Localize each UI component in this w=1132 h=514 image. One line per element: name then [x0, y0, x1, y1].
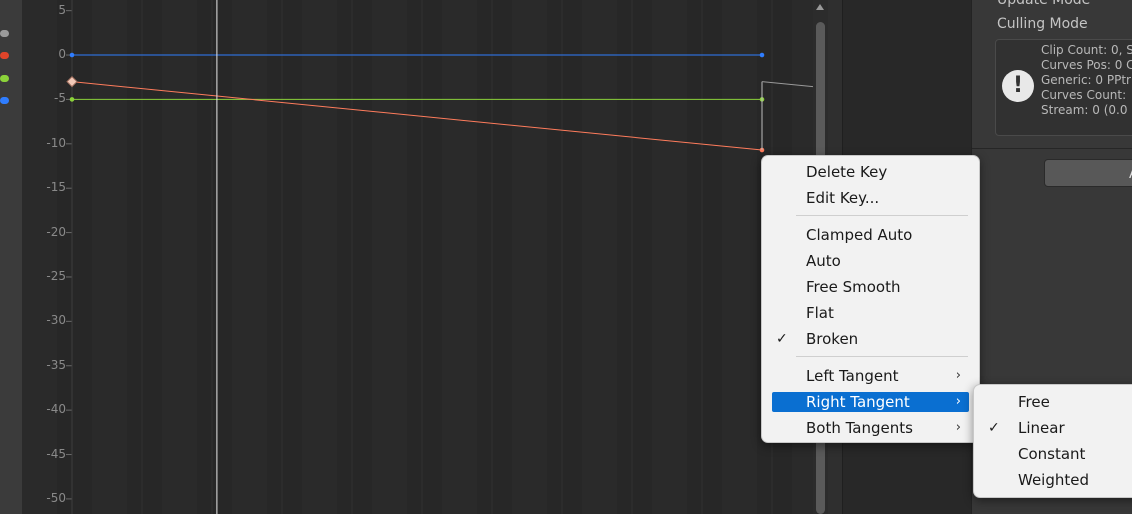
y-axis-tick-label: -25: [46, 268, 66, 283]
info-box: ! Clip Count: 0, S Curves Pos: 0 C Gener…: [995, 39, 1132, 136]
menu-item-label: Constant: [1018, 445, 1086, 463]
grid-band: [722, 0, 757, 514]
warning-icon: !: [1002, 70, 1034, 102]
y-axis-tick-label: -45: [46, 446, 66, 461]
curve-swatch-green[interactable]: [0, 75, 9, 82]
grid-band: [372, 0, 407, 514]
context-menu: Delete Key Edit Key... Clamped Auto Auto…: [761, 155, 980, 443]
submenu-item-constant[interactable]: Constant: [984, 444, 1132, 464]
selected-keyframe[interactable]: [66, 76, 78, 88]
inspector-button[interactable]: A: [1044, 159, 1132, 187]
keyframe-point[interactable]: [759, 52, 765, 58]
chevron-right-icon: ›: [955, 420, 961, 435]
menu-item-label: Linear: [1018, 419, 1065, 437]
submenu-item-weighted[interactable]: Weighted: [984, 470, 1132, 490]
y-axis-tick-label: -40: [46, 402, 66, 417]
y-axis-tick-label: -30: [46, 313, 66, 328]
menu-item-label: Flat: [806, 304, 834, 322]
curve-list-strip: [0, 0, 22, 514]
menu-item-clamped-auto[interactable]: Clamped Auto: [772, 225, 969, 245]
info-line: Stream: 0 (0.0: [1041, 103, 1128, 117]
menu-item-label: Left Tangent: [806, 367, 899, 385]
curve-swatch-gray[interactable]: [0, 30, 9, 37]
divider: [972, 148, 1132, 149]
submenu-item-free[interactable]: Free: [984, 392, 1132, 412]
grid-band: [582, 0, 617, 514]
y-axis-tick-label: -50: [46, 490, 66, 505]
menu-item-label: Right Tangent: [806, 393, 910, 411]
menu-item-broken[interactable]: ✓ Broken: [772, 329, 969, 349]
keyframe-point[interactable]: [69, 52, 75, 58]
keyframe-point[interactable]: [69, 97, 75, 102]
chevron-right-icon: ›: [955, 368, 961, 383]
menu-item-label: Clamped Auto: [806, 226, 913, 244]
grid-band: [162, 0, 197, 514]
y-axis-tick-label: 0: [58, 47, 66, 62]
grid-band: [442, 0, 477, 514]
grid-band: [92, 0, 127, 514]
menu-item-auto[interactable]: Auto: [772, 251, 969, 271]
grid-band: [232, 0, 267, 514]
menu-item-delete-key[interactable]: Delete Key: [772, 162, 969, 182]
update-mode-label: Update Mode: [997, 0, 1091, 8]
y-axis-tick-label: -15: [46, 180, 66, 195]
menu-item-label: Auto: [806, 252, 841, 270]
grid-band: [302, 0, 337, 514]
menu-item-label: Both Tangents: [806, 419, 913, 437]
info-line: Generic: 0 PPtr: [1041, 73, 1131, 87]
menu-item-label: Free Smooth: [806, 278, 901, 296]
culling-mode-label: Culling Mode: [997, 16, 1088, 32]
menu-item-edit-key[interactable]: Edit Key...: [772, 188, 969, 208]
curve-swatch-blue[interactable]: [0, 97, 9, 104]
grid-band: [652, 0, 687, 514]
tangent-submenu: Free ✓ Linear Constant Weighted: [973, 384, 1132, 498]
menu-separator: [796, 356, 968, 357]
chevron-right-icon: ›: [955, 394, 961, 409]
menu-item-both-tangents[interactable]: Both Tangents ›: [772, 418, 969, 438]
menu-item-right-tangent[interactable]: Right Tangent ›: [772, 392, 969, 412]
menu-item-left-tangent[interactable]: Left Tangent ›: [772, 366, 969, 386]
checkmark-icon: ✓: [776, 331, 788, 347]
y-axis-tick-label: -20: [46, 224, 66, 239]
menu-item-free-smooth[interactable]: Free Smooth: [772, 277, 969, 297]
y-axis-tick-label: -5: [54, 91, 66, 106]
menu-item-flat[interactable]: Flat: [772, 303, 969, 323]
menu-item-label: Delete Key: [806, 163, 888, 181]
y-axis-tick-label: 5: [58, 2, 66, 17]
grid-band: [22, 0, 57, 514]
menu-item-label: Edit Key...: [806, 189, 880, 207]
submenu-item-linear[interactable]: ✓ Linear: [984, 418, 1132, 438]
info-line: Curves Pos: 0 C: [1041, 58, 1132, 72]
menu-item-label: Weighted: [1018, 471, 1090, 489]
scroll-up-arrow-icon[interactable]: [816, 4, 824, 10]
curve-swatch-red[interactable]: [0, 52, 9, 59]
curve-graph[interactable]: [22, 0, 813, 514]
menu-item-label: Broken: [806, 330, 859, 348]
curve-editor-canvas[interactable]: 5 0 -5 -10 -15 -20 -25 -30 -35 -40 -45 -50: [22, 0, 813, 514]
menu-item-label: Free: [1018, 393, 1050, 411]
info-line: Curves Count:: [1041, 88, 1127, 102]
grid-band: [512, 0, 547, 514]
checkmark-icon: ✓: [988, 420, 1000, 436]
info-line: Clip Count: 0, S: [1041, 43, 1132, 57]
menu-separator: [796, 215, 968, 216]
y-axis-tick-label: -35: [46, 357, 66, 372]
y-axis-tick-label: -10: [46, 135, 66, 150]
